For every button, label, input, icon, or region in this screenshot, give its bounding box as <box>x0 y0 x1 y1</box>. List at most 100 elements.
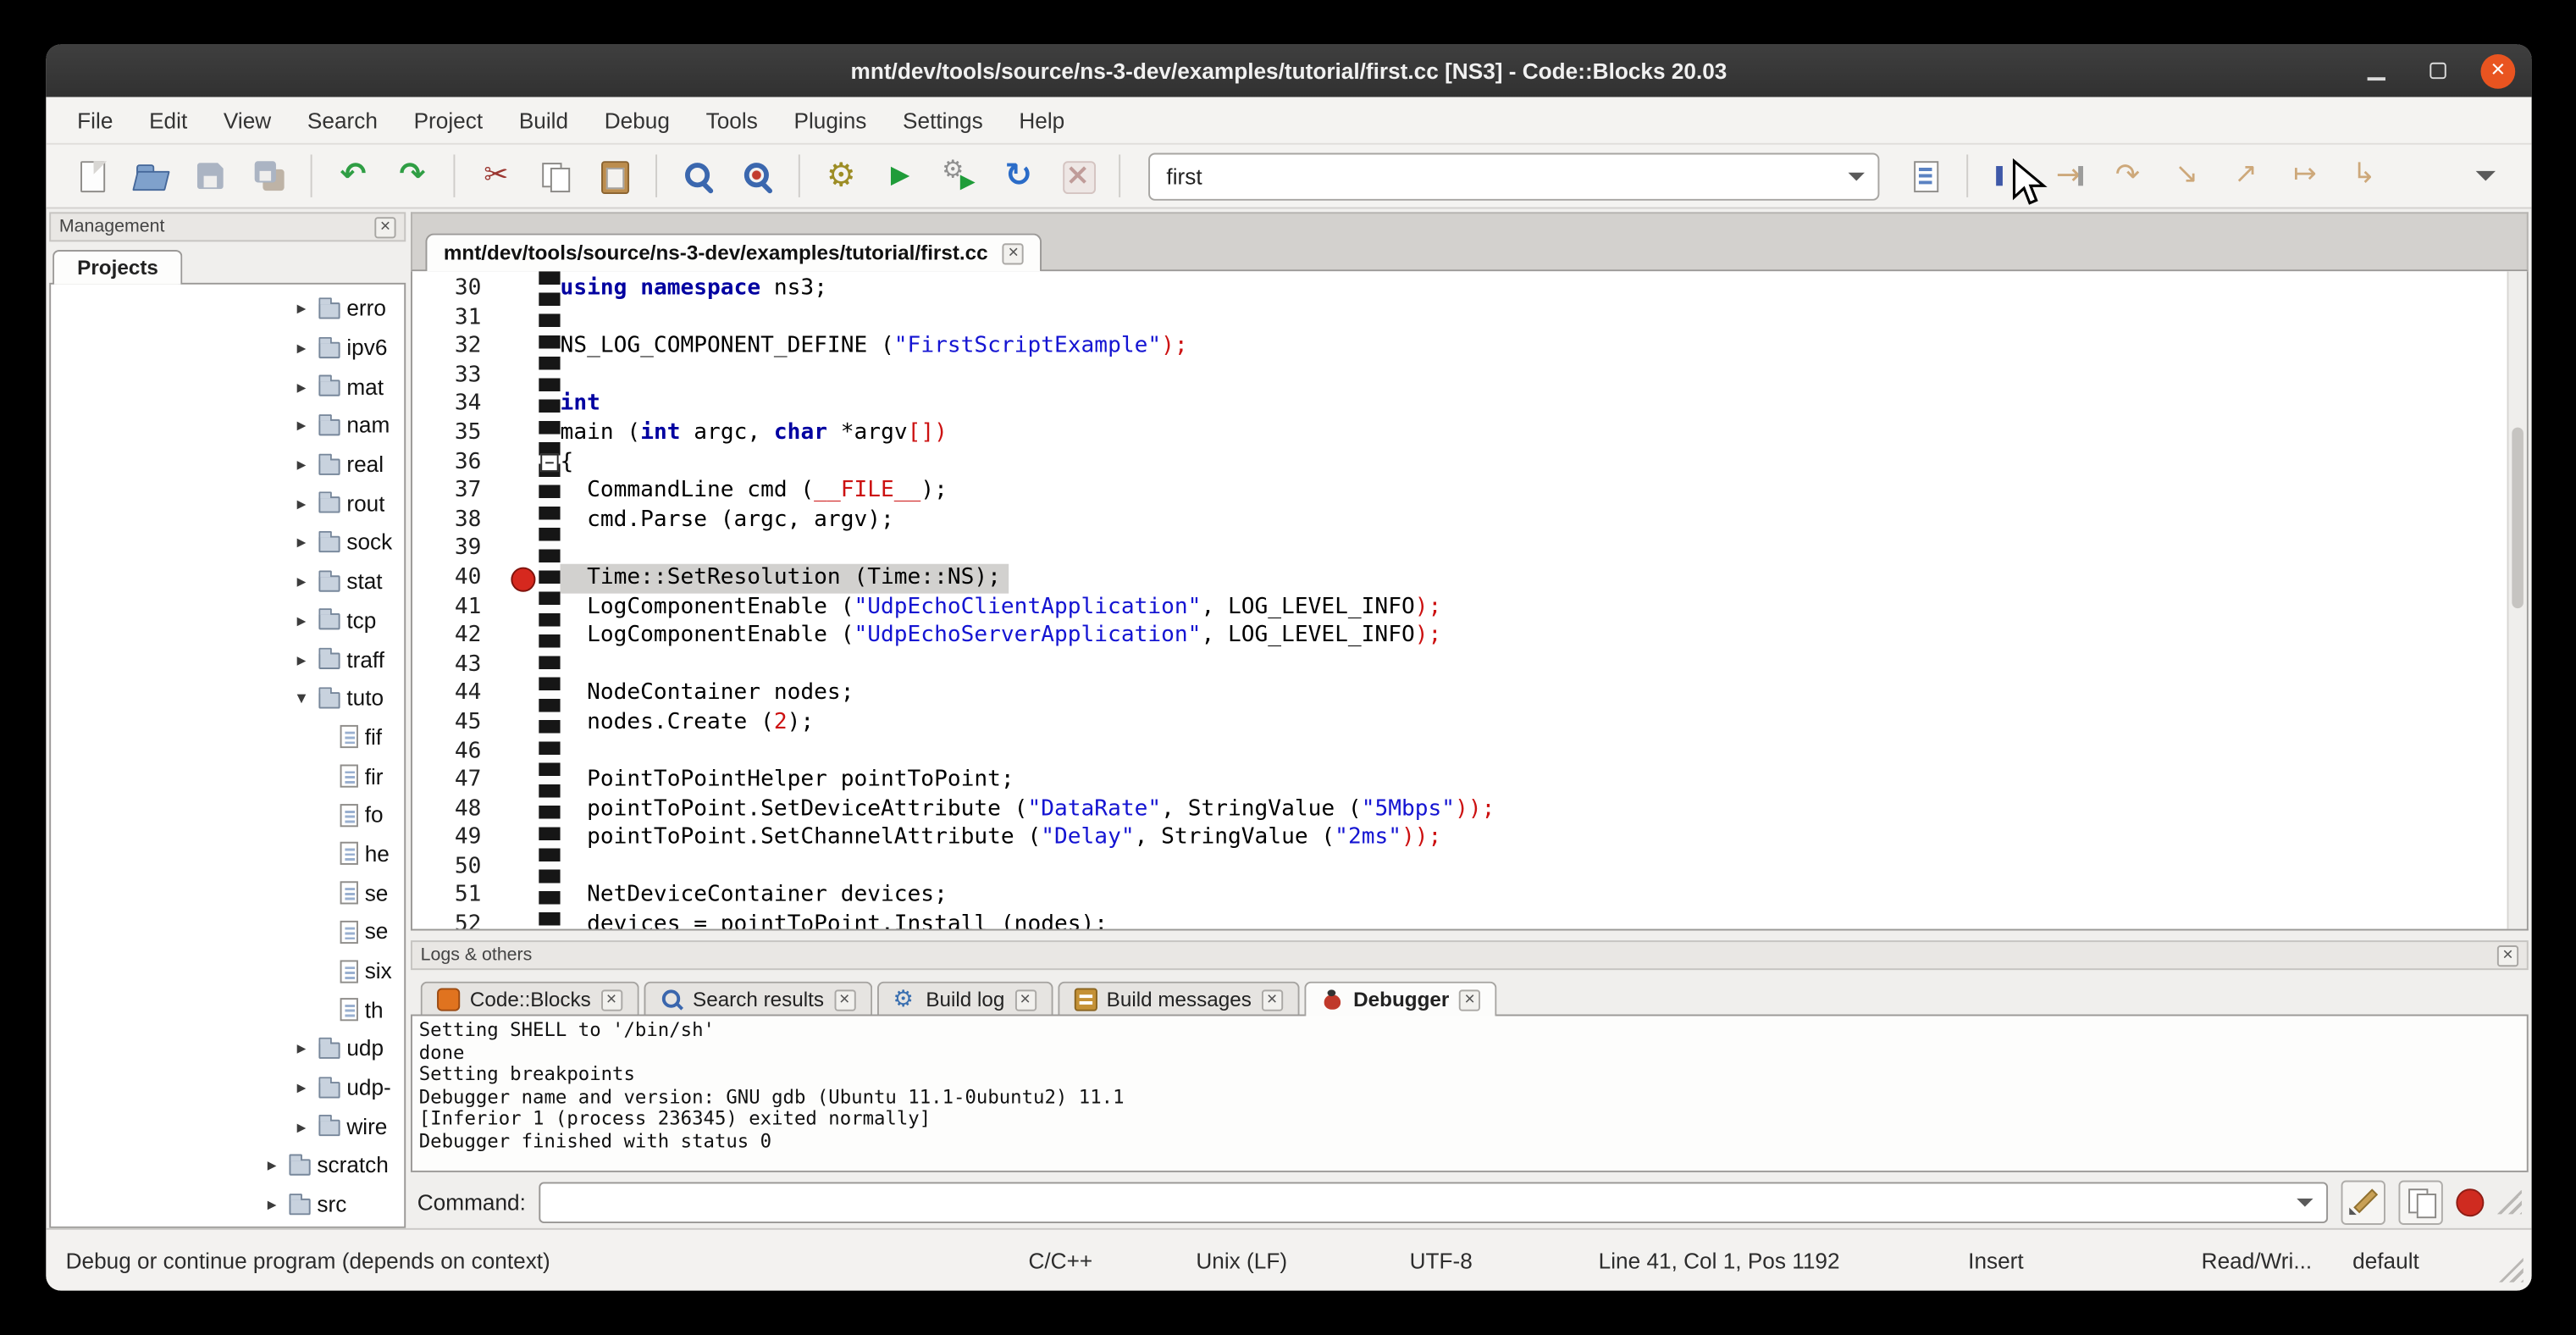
breakpoint-marker[interactable] <box>511 567 535 591</box>
menu-help[interactable]: Help <box>1001 101 1083 139</box>
tree-item-th[interactable]: th <box>51 990 404 1029</box>
code-area[interactable]: 30using namespace ns3;31 32NS_LOG_COMPON… <box>412 271 2527 930</box>
code-line[interactable]: 37 CommandLine cmd (__FILE__); <box>412 477 2527 506</box>
menu-file[interactable]: File <box>59 101 131 139</box>
chevron-right-icon[interactable]: ▸ <box>290 337 312 358</box>
line-number[interactable]: 47 <box>412 767 495 795</box>
tree-item-tuto[interactable]: ▾tuto <box>51 679 404 717</box>
copy-button[interactable] <box>526 150 585 202</box>
replace-button[interactable] <box>727 150 787 202</box>
management-close-button[interactable]: × <box>374 216 395 237</box>
code-line[interactable]: 44 NodeContainer nodes; <box>412 679 2527 708</box>
code-line[interactable]: 30using namespace ns3; <box>412 274 2527 303</box>
menu-tools[interactable]: Tools <box>688 101 776 139</box>
close-icon[interactable]: × <box>1003 242 1024 263</box>
maximize-button[interactable] <box>2420 53 2455 88</box>
cut-button[interactable] <box>467 150 526 202</box>
logs-tab-code-blocks[interactable]: Code::Blocks× <box>421 982 638 1016</box>
tree-item-he[interactable]: he <box>51 834 404 873</box>
tree-item-stat[interactable]: ▸stat <box>51 562 404 601</box>
line-number[interactable]: 51 <box>412 882 495 911</box>
code-line[interactable]: 43 <box>412 651 2527 679</box>
abort-build-button[interactable] <box>1048 150 1108 202</box>
step-into-instruction-button[interactable] <box>2335 150 2394 202</box>
tree-item-udp-[interactable]: ▸udp- <box>51 1068 404 1107</box>
tree-item-fo[interactable]: fo <box>51 795 404 834</box>
save-button[interactable] <box>180 150 240 202</box>
code-line[interactable]: 41 LogComponentEnable ("UdpEchoClientApp… <box>412 593 2527 622</box>
window-resize-grip[interactable] <box>2499 1258 2523 1282</box>
step-into-button[interactable] <box>2157 150 2216 202</box>
logs-tab-debugger[interactable]: Debugger× <box>1304 982 1497 1016</box>
pencil-button[interactable] <box>2341 1180 2385 1224</box>
line-number[interactable]: 38 <box>412 506 495 535</box>
tree-item-traff[interactable]: ▸traff <box>51 640 404 679</box>
tree-item-ipv6[interactable]: ▸ipv6 <box>51 329 404 368</box>
chevron-right-icon[interactable]: ▸ <box>290 1038 312 1059</box>
tree-item-mat[interactable]: ▸mat <box>51 368 404 407</box>
close-icon[interactable]: × <box>1262 989 1283 1010</box>
line-number[interactable]: 50 <box>412 853 495 882</box>
code-line[interactable]: 38 cmd.Parse (argc, argv); <box>412 506 2527 535</box>
command-dropdown-button[interactable] <box>2284 1183 2326 1221</box>
editor-tab-first-cc[interactable]: mnt/dev/tools/source/ns-3-dev/examples/t… <box>425 234 1042 272</box>
close-button[interactable]: × <box>2480 53 2515 88</box>
line-number[interactable]: 33 <box>412 362 495 391</box>
chevron-right-icon[interactable]: ▸ <box>290 571 312 592</box>
tree-item-fif[interactable]: fif <box>51 717 404 756</box>
stop-debugger-button[interactable] <box>2456 1188 2484 1216</box>
tree-item-wire[interactable]: ▸wire <box>51 1107 404 1146</box>
find-button[interactable] <box>669 150 728 202</box>
code-line[interactable]: 35main (int argc, char *argv[]) <box>412 419 2527 448</box>
line-number[interactable]: 32 <box>412 332 495 361</box>
code-line[interactable]: 47 PointToPointHelper pointToPoint; <box>412 767 2527 795</box>
code-line[interactable]: 42 LogComponentEnable ("UdpEchoServerApp… <box>412 622 2527 651</box>
line-number[interactable]: 41 <box>412 593 495 622</box>
code-line[interactable]: 33 <box>412 362 2527 391</box>
line-number[interactable]: 36 <box>412 448 495 477</box>
toolbar-overflow-button[interactable] <box>2456 150 2515 202</box>
splitter[interactable] <box>411 931 2529 941</box>
combo-dropdown-button[interactable] <box>1835 153 1877 197</box>
menu-search[interactable]: Search <box>290 101 396 139</box>
line-number[interactable]: 31 <box>412 303 495 332</box>
editor[interactable]: 30using namespace ns3;31 32NS_LOG_COMPON… <box>411 271 2529 930</box>
tree-item-udp[interactable]: ▸udp <box>51 1029 404 1068</box>
next-line-button[interactable] <box>2098 150 2157 202</box>
new-file-button[interactable] <box>63 150 122 202</box>
close-icon[interactable]: × <box>1014 989 1036 1010</box>
tree-item-six[interactable]: six <box>51 951 404 990</box>
project-tree[interactable]: ▸erro▸ipv6▸mat▸nam▸real▸rout▸sock▸stat▸t… <box>49 283 406 1228</box>
tree-item-tcp[interactable]: ▸tcp <box>51 601 404 640</box>
code-line[interactable]: 40 Time::SetResolution (Time::NS); <box>412 564 2527 593</box>
tree-item-sock[interactable]: ▸sock <box>51 523 404 562</box>
line-number[interactable]: 43 <box>412 651 495 679</box>
line-number[interactable]: 48 <box>412 795 495 824</box>
next-instruction-button[interactable] <box>2275 150 2335 202</box>
chevron-right-icon[interactable]: ▸ <box>290 649 312 670</box>
redo-button[interactable] <box>383 150 442 202</box>
save-all-button[interactable] <box>240 150 299 202</box>
line-number[interactable]: 49 <box>412 824 495 853</box>
build-target-combo[interactable] <box>1148 152 1879 200</box>
line-number[interactable]: 35 <box>412 419 495 448</box>
line-number[interactable]: 44 <box>412 679 495 708</box>
chevron-right-icon[interactable]: ▸ <box>290 532 312 553</box>
chevron-right-icon[interactable]: ▸ <box>290 376 312 397</box>
code-line[interactable]: 45 nodes.Create (2); <box>412 708 2527 737</box>
tree-item-nam[interactable]: ▸nam <box>51 407 404 446</box>
menu-build[interactable]: Build <box>500 101 586 139</box>
tree-item-erro[interactable]: ▸erro <box>51 290 404 329</box>
close-icon[interactable]: × <box>1459 989 1480 1010</box>
chevron-right-icon[interactable]: ▸ <box>290 415 312 436</box>
open-file-button[interactable] <box>122 150 181 202</box>
code-line[interactable]: 34int <box>412 391 2527 419</box>
tree-item-fir[interactable]: fir <box>51 756 404 795</box>
close-icon[interactable]: × <box>834 989 855 1010</box>
code-line[interactable]: 49 pointToPoint.SetChannelAttribute ("De… <box>412 824 2527 853</box>
close-icon[interactable]: × <box>600 989 622 1010</box>
line-number[interactable]: 52 <box>412 911 495 930</box>
logs-tab-search-results[interactable]: Search results× <box>644 982 871 1016</box>
code-line[interactable]: 46 <box>412 737 2527 766</box>
tree-item-real[interactable]: ▸real <box>51 445 404 484</box>
